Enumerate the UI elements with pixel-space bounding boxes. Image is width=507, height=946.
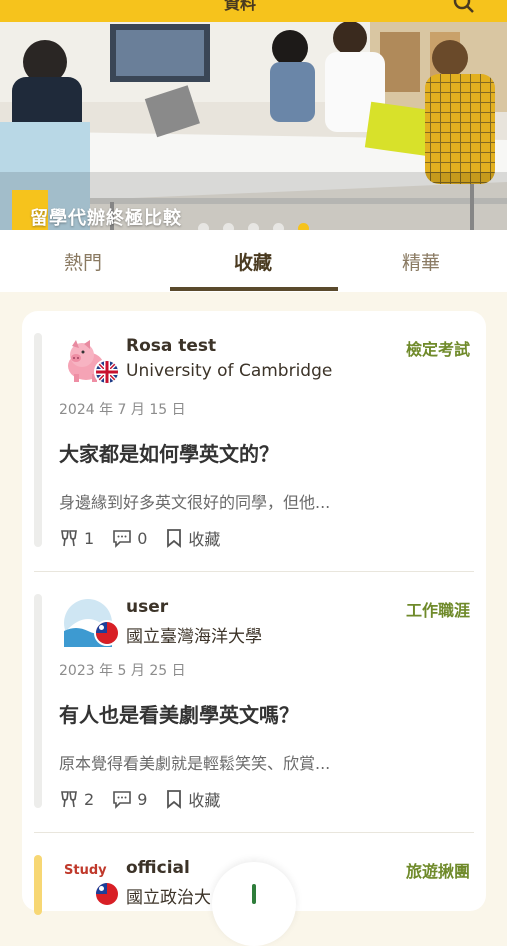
post-excerpt: 身邊緣到好多英文很好的同學，但他... [59, 493, 331, 512]
post-school: 國立政治大 [126, 888, 211, 908]
post-stats: 1 0 收藏 [59, 526, 238, 550]
taiwan-flag-icon [94, 881, 120, 907]
carousel-indicators [198, 223, 309, 230]
post-divider [34, 571, 474, 572]
page-title: 資料 [224, 0, 257, 13]
bookmark-icon [167, 790, 182, 809]
post-list: Rosa test University of Cambridge 檢定考試 2… [22, 311, 486, 915]
comment-icon [113, 530, 131, 548]
banner-caption: 留學代辦終極比較 [12, 190, 202, 230]
post-rail [34, 855, 42, 915]
avatar-logo-text: Study [64, 863, 107, 878]
post-username[interactable]: Rosa test [126, 336, 216, 356]
cheers-stat[interactable]: 1 [59, 528, 94, 548]
add-post-button[interactable] [212, 862, 296, 946]
tab-saved[interactable]: 收藏 [234, 248, 272, 275]
top-bar: 資料 [0, 0, 507, 22]
banner-caption-text: 留學代辦終極比較 [30, 208, 182, 229]
comments-count: 0 [137, 528, 148, 548]
post-title[interactable]: 大家都是如何學英文的？ [59, 438, 279, 467]
post-date: 2023 年 5 月 25 日 [59, 663, 186, 679]
bookmark-button[interactable]: 收藏 [165, 526, 220, 550]
carousel-dot[interactable] [223, 223, 234, 230]
post-school: University of Cambridge [126, 361, 333, 381]
bookmark-icon [167, 529, 182, 548]
search-icon[interactable] [452, 0, 476, 20]
tab-featured[interactable]: 精華 [402, 248, 440, 275]
post-stats: 2 9 收藏 [59, 787, 238, 811]
carousel-dot[interactable] [273, 223, 284, 230]
post-username[interactable]: user [126, 597, 168, 617]
cheers-stat[interactable]: 2 [59, 789, 94, 809]
post-rail [34, 333, 42, 547]
carousel-dot-active[interactable] [298, 223, 309, 230]
uk-flag-icon [94, 359, 120, 385]
carousel-dot[interactable] [198, 223, 209, 230]
post-title[interactable]: 有人也是看美劇學英文嗎？ [59, 699, 299, 728]
bookmark-button[interactable]: 收藏 [165, 787, 220, 811]
comments-stat[interactable]: 0 [112, 528, 147, 548]
comments-stat[interactable]: 9 [112, 789, 147, 809]
post-category-badge[interactable]: 工作職涯 [406, 597, 470, 621]
cheers-icon [61, 530, 77, 547]
comments-count: 9 [137, 789, 148, 809]
comment-icon [113, 791, 131, 809]
post-date: 2024 年 7 月 15 日 [59, 402, 186, 418]
carousel-dot[interactable] [248, 223, 259, 230]
tab-popular[interactable]: 熱門 [64, 248, 102, 275]
post-divider [34, 832, 474, 833]
taiwan-flag-icon [94, 620, 120, 646]
cheers-count: 2 [84, 789, 95, 809]
post-category-badge[interactable]: 旅遊揪團 [406, 858, 470, 882]
post-username[interactable]: official [126, 858, 190, 878]
banner-carousel[interactable]: 留學代辦終極比較 [0, 22, 507, 230]
post-school: 國立臺灣海洋大學 [126, 627, 262, 647]
post-excerpt: 原本覺得看美劇就是輕鬆笑笑、欣賞... [59, 754, 331, 773]
bookmark-label: 收藏 [188, 791, 221, 810]
plus-icon [252, 884, 256, 904]
tab-bar: 熱門 收藏 精華 [0, 230, 507, 292]
active-tab-indicator [170, 287, 338, 291]
cheers-count: 1 [84, 528, 95, 548]
bookmark-label: 收藏 [188, 530, 221, 549]
post-rail [34, 594, 42, 808]
cheers-icon [61, 791, 77, 808]
post-category-badge[interactable]: 檢定考試 [406, 336, 470, 360]
